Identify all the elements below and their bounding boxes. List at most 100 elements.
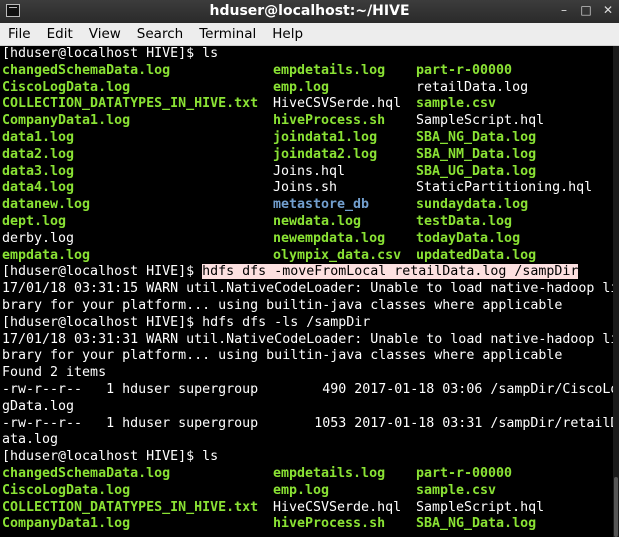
file-entry: metastore_db [273, 197, 370, 213]
text-segment: [hduser@localhost HIVE]$ ls [2, 46, 219, 61]
window-title: hduser@localhost:~/HIVE [209, 3, 410, 19]
file-entry: part-r-00000 [416, 465, 513, 481]
close-icon[interactable]: ✕ [601, 3, 615, 17]
file-entry: Joins.sh [273, 180, 338, 196]
file-entry: SBA_NM_Data.log [416, 146, 537, 162]
file-entry: data1.log [2, 129, 75, 145]
text-segment: -rw-r--r-- 1 hduser supergroup 1053 2017… [2, 415, 613, 431]
file-entry: CompanyData1.log [2, 113, 131, 129]
terminal-output[interactable]: [hduser@localhost HIVE]$ ls changedSchema… [0, 46, 613, 537]
text-segment: gData.log [2, 398, 75, 414]
terminal-line: Found 2 items [0, 365, 613, 382]
menu-help[interactable]: Help [264, 23, 311, 45]
terminal-line: 17/01/18 03:31:31 WARN util.NativeCodeLo… [0, 332, 613, 349]
terminal-line: data4.log Joins.sh StaticPartitioning.hql [0, 180, 613, 197]
menu-file[interactable]: File [0, 23, 39, 45]
file-entry: newdata.log [273, 213, 362, 229]
terminal-line: datanew.log metastore_db sundaydata.log [0, 197, 613, 214]
line-text: [hduser@localhost HIVE]$ ls [2, 449, 218, 466]
minimize-icon[interactable]: – [557, 3, 571, 17]
file-entry: emp.log [273, 482, 330, 498]
file-entry: empdetails.log [273, 62, 386, 78]
menu-search[interactable]: Search [129, 23, 191, 45]
file-entry: testData.log [416, 213, 513, 229]
file-entry: SBA_NG_Data.log [416, 129, 537, 145]
file-entry: SampleScript.hql [416, 499, 545, 515]
line-text: Found 2 items [2, 365, 106, 382]
menu-view[interactable]: View [81, 23, 129, 45]
file-entry: hiveProcess.sh [273, 516, 386, 532]
terminal-icon [6, 4, 20, 17]
file-entry: SBA_UG_Data.log [416, 163, 537, 179]
file-entry: CompanyData1.log [2, 516, 131, 532]
file-entry: HiveCSVSerde.hql [273, 499, 402, 515]
file-entry: COLLECTION_DATATYPES_IN_HIVE.txt [2, 96, 259, 112]
text-segment: -rw-r--r-- 1 hduser supergroup 490 2017-… [2, 381, 613, 397]
file-entry: changedSchemaData.log [2, 62, 171, 78]
file-entry: joindata2.log [273, 146, 378, 162]
terminal-line: [hduser@localhost HIVE]$ ls [0, 46, 613, 63]
file-entry: SampleScript.hql [416, 113, 545, 129]
terminal-line: brary for your platform... using builtin… [0, 348, 613, 365]
terminal-line: derby.log newempdata.log todayData.log [0, 231, 613, 248]
terminal-line: data1.log joindata1.log SBA_NG_Data.log [0, 130, 613, 147]
line-text: [hduser@localhost HIVE]$ hdfs dfs -moveF… [2, 264, 579, 281]
scrollbar-thumb[interactable] [614, 477, 618, 537]
menu-edit[interactable]: Edit [39, 23, 81, 45]
terminal-line: data2.log joindata2.log SBA_NM_Data.log [0, 147, 613, 164]
terminal-line: CompanyData1.log hiveProcess.sh SBA_NG_Dat… [0, 516, 613, 533]
terminal-line: -rw-r--r-- 1 hduser supergroup 490 2017-… [0, 382, 613, 399]
title-bar[interactable]: hduser@localhost:~/HIVE – □ ✕ [0, 0, 619, 23]
text-segment: [hduser@localhost HIVE]$ [2, 264, 203, 280]
file-entry: derby.log [2, 230, 75, 246]
file-entry: dept.log [2, 213, 67, 229]
file-entry: retailData.log [416, 79, 529, 95]
terminal-line: [hduser@localhost HIVE]$ ls [0, 449, 613, 466]
file-entry: changedSchemaData.log [2, 465, 171, 481]
file-entry: data3.log [2, 163, 75, 179]
file-entry: data4.log [2, 180, 75, 196]
terminal-line: gData.log [0, 399, 613, 416]
file-entry: olympix_data.csv [273, 247, 402, 263]
text-segment: ata.log [2, 432, 59, 448]
file-entry: CiscoLogData.log [2, 79, 131, 95]
file-entry: hiveProcess.sh [273, 113, 386, 129]
text-segment: [hduser@localhost HIVE]$ hdfs dfs -ls /s… [2, 314, 371, 330]
terminal-line: brary for your platform... using builtin… [0, 298, 613, 315]
terminal-line: COLLECTION_DATATYPES_IN_HIVE.txt HiveCSVS… [0, 96, 613, 113]
terminal-line: empdata.log olympix_data.csv updatedData.l… [0, 248, 613, 265]
terminal-line: CiscoLogData.log emp.log sample.csv [0, 483, 613, 500]
window-controls: – □ ✕ [557, 3, 615, 17]
scrollbar[interactable] [613, 46, 619, 537]
text-segment: Found 2 items [2, 365, 107, 381]
file-entry: SBA_NG_Data.log [416, 516, 537, 532]
file-entry: newempdata.log [273, 230, 386, 246]
line-text: -rw-r--r-- 1 hduser supergroup 1053 2017… [2, 416, 613, 433]
terminal-line: data3.log Joins.hql SBA_UG_Data.log [0, 164, 613, 181]
file-entry: StaticPartitioning.hql [416, 180, 593, 196]
terminal-line: [hduser@localhost HIVE]$ hdfs dfs -moveF… [0, 264, 613, 281]
file-entry: emp.log [273, 79, 330, 95]
line-text: 17/01/18 03:31:15 WARN util.NativeCodeLo… [2, 281, 613, 298]
file-entry: HiveCSVSerde.hql [273, 96, 402, 112]
terminal-line: CiscoLogData.log emp.log retailData.log [0, 80, 613, 97]
maximize-icon[interactable]: □ [579, 3, 593, 17]
text-segment: brary for your platform... using builtin… [2, 297, 563, 313]
menu-terminal[interactable]: Terminal [191, 23, 264, 45]
line-text: brary for your platform... using builtin… [2, 348, 562, 365]
terminal-window: hduser@localhost:~/HIVE – □ ✕ File Edit … [0, 0, 619, 537]
text-segment: 17/01/18 03:31:31 WARN util.NativeCodeLo… [2, 331, 613, 347]
file-entry: empdata.log [2, 247, 91, 263]
text-segment: brary for your platform... using builtin… [2, 348, 563, 364]
file-entry: sample.csv [416, 482, 497, 498]
file-entry: todayData.log [416, 230, 521, 246]
line-text: gData.log [2, 399, 74, 416]
file-entry: COLLECTION_DATATYPES_IN_HIVE.txt [2, 499, 259, 515]
terminal-line: -rw-r--r-- 1 hduser supergroup 1053 2017… [0, 416, 613, 433]
line-text: 17/01/18 03:31:31 WARN util.NativeCodeLo… [2, 332, 613, 349]
file-entry: Joins.hql [273, 163, 346, 179]
terminal-line: dept.log newdata.log testData.log [0, 214, 613, 231]
line-text: brary for your platform... using builtin… [2, 298, 562, 315]
selected-command: hdfs dfs -moveFromLocal retailData.log /… [202, 264, 579, 280]
file-entry: CiscoLogData.log [2, 482, 131, 498]
